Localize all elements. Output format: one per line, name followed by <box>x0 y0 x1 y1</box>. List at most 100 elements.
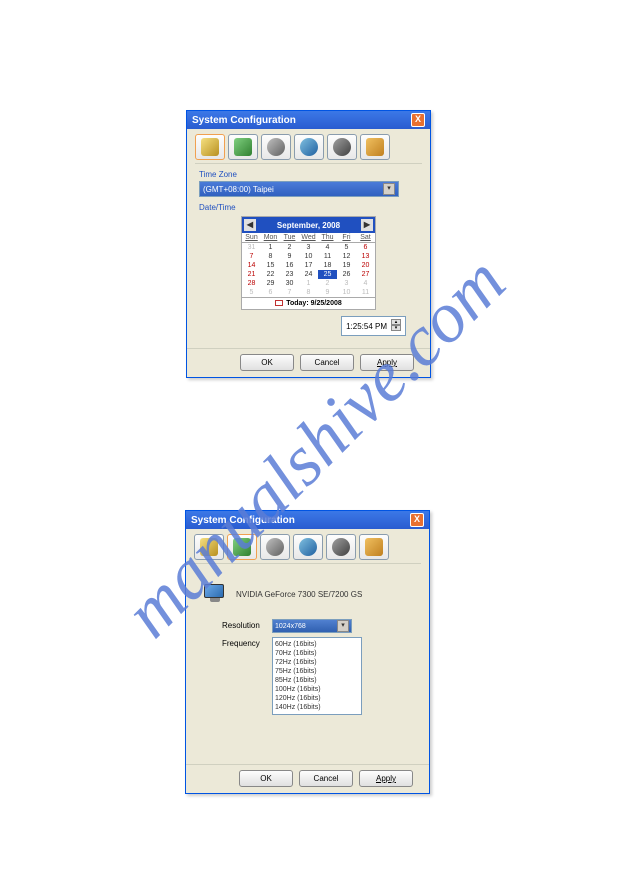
tab-3[interactable] <box>260 534 290 560</box>
calendar-day[interactable]: 28 <box>242 279 261 288</box>
frequency-option[interactable]: 100Hz (16bits) <box>275 685 359 694</box>
frequency-option[interactable]: 120Hz (16bits) <box>275 694 359 703</box>
package-icon <box>365 538 383 556</box>
tab-2[interactable] <box>228 134 258 160</box>
calendar-day[interactable]: 8 <box>299 288 318 297</box>
apply-button[interactable]: Apply <box>359 770 413 787</box>
calendar-day[interactable]: 1 <box>299 279 318 288</box>
audio-icon <box>333 138 351 156</box>
ok-button[interactable]: OK <box>239 770 293 787</box>
prev-month-button[interactable]: ◀ <box>244 219 256 231</box>
calendar-dayheader: Sat <box>356 233 375 243</box>
calendar-day[interactable]: 16 <box>280 261 299 270</box>
calendar-day[interactable]: 24 <box>299 270 318 279</box>
calendar-day[interactable]: 9 <box>318 288 337 297</box>
calendar-day[interactable]: 27 <box>356 270 375 279</box>
monitor-icon <box>204 584 226 604</box>
resolution-dropdown[interactable]: 1024x768 ▾ <box>272 619 352 633</box>
calendar-day[interactable]: 12 <box>337 252 356 261</box>
calendar-day[interactable]: 8 <box>261 252 280 261</box>
tab-3[interactable] <box>261 134 291 160</box>
titlebar[interactable]: System Configuration X <box>186 511 429 529</box>
calendar-day[interactable]: 20 <box>356 261 375 270</box>
calendar-day[interactable]: 11 <box>356 288 375 297</box>
frequency-option[interactable]: 60Hz (16bits) <box>275 640 359 649</box>
calendar-day[interactable]: 31 <box>242 243 261 252</box>
clock-icon <box>201 138 219 156</box>
calendar-grid[interactable]: SunMonTueWedThuFriSat3112345678910111213… <box>242 233 375 297</box>
today-marker-icon <box>275 300 283 306</box>
calendar-day[interactable]: 9 <box>280 252 299 261</box>
button-row: OK Cancel Apply <box>186 764 429 787</box>
tab-4[interactable] <box>293 534 323 560</box>
calendar-day[interactable]: 10 <box>299 252 318 261</box>
calendar-day[interactable]: 1 <box>261 243 280 252</box>
clock-icon <box>200 538 218 556</box>
frequency-option[interactable]: 140Hz (16bits) <box>275 703 359 712</box>
calendar-dayheader: Sun <box>242 233 261 243</box>
calendar-day[interactable]: 3 <box>299 243 318 252</box>
cancel-button[interactable]: Cancel <box>299 770 353 787</box>
calendar-day[interactable]: 10 <box>337 288 356 297</box>
calendar-day[interactable]: 15 <box>261 261 280 270</box>
display-panel: NVIDIA GeForce 7300 SE/7200 GS Resolutio… <box>186 564 429 729</box>
datetime-label: Date/Time <box>199 203 418 212</box>
calendar-day[interactable]: 2 <box>280 243 299 252</box>
calendar-day[interactable]: 18 <box>318 261 337 270</box>
apply-button[interactable]: Apply <box>360 354 414 371</box>
title-text: System Configuration <box>191 515 295 526</box>
tab-4[interactable] <box>294 134 324 160</box>
calendar-day[interactable]: 25 <box>318 270 337 279</box>
calendar-day[interactable]: 3 <box>337 279 356 288</box>
calendar-day[interactable]: 30 <box>280 279 299 288</box>
tab-1[interactable] <box>195 134 225 160</box>
datetime-group: Date/Time ◀ September, 2008 ▶ SunMonTueW… <box>187 203 430 342</box>
close-icon[interactable]: X <box>410 513 424 527</box>
button-row: OK Cancel Apply <box>187 348 430 371</box>
titlebar[interactable]: System Configuration X <box>187 111 430 129</box>
spinner-icon[interactable]: ▴▾ <box>391 319 401 333</box>
calendar-day[interactable]: 23 <box>280 270 299 279</box>
calendar-footer[interactable]: Today: 9/25/2008 <box>242 297 375 309</box>
frequency-row: Frequency 60Hz (16bits)70Hz (16bits)72Hz… <box>196 637 419 715</box>
next-month-button[interactable]: ▶ <box>361 219 373 231</box>
tab-5[interactable] <box>326 534 356 560</box>
calendar-day[interactable]: 21 <box>242 270 261 279</box>
calendar-day[interactable]: 5 <box>242 288 261 297</box>
calendar-day[interactable]: 4 <box>318 243 337 252</box>
calendar-day[interactable]: 11 <box>318 252 337 261</box>
tab-5[interactable] <box>327 134 357 160</box>
calendar-day[interactable]: 22 <box>261 270 280 279</box>
calendar-day[interactable]: 29 <box>261 279 280 288</box>
calendar-header: ◀ September, 2008 ▶ <box>242 217 375 233</box>
tab-6[interactable] <box>360 134 390 160</box>
calendar-day[interactable]: 7 <box>242 252 261 261</box>
calendar-day[interactable]: 5 <box>337 243 356 252</box>
cancel-button[interactable]: Cancel <box>300 354 354 371</box>
frequency-label: Frequency <box>222 637 272 648</box>
calendar-day[interactable]: 6 <box>261 288 280 297</box>
calendar-day[interactable]: 17 <box>299 261 318 270</box>
calendar-day[interactable]: 14 <box>242 261 261 270</box>
calendar-day[interactable]: 13 <box>356 252 375 261</box>
timezone-dropdown[interactable]: (GMT+08:00) Taipei ▾ <box>199 181 399 197</box>
calendar-day[interactable]: 7 <box>280 288 299 297</box>
calendar-day[interactable]: 6 <box>356 243 375 252</box>
frequency-option[interactable]: 72Hz (16bits) <box>275 658 359 667</box>
frequency-option[interactable]: 75Hz (16bits) <box>275 667 359 676</box>
calendar-day[interactable]: 19 <box>337 261 356 270</box>
calendar-dayheader: Fri <box>337 233 356 243</box>
calendar-day[interactable]: 26 <box>337 270 356 279</box>
tab-1[interactable] <box>194 534 224 560</box>
frequency-option[interactable]: 85Hz (16bits) <box>275 676 359 685</box>
frequency-option[interactable]: 70Hz (16bits) <box>275 649 359 658</box>
calendar-day[interactable]: 2 <box>318 279 337 288</box>
ok-button[interactable]: OK <box>240 354 294 371</box>
frequency-listbox[interactable]: 60Hz (16bits)70Hz (16bits)72Hz (16bits)7… <box>272 637 362 715</box>
close-icon[interactable]: X <box>411 113 425 127</box>
time-spinner[interactable]: 1:25:54 PM ▴▾ <box>341 316 406 336</box>
calendar-day[interactable]: 4 <box>356 279 375 288</box>
tab-2[interactable] <box>227 534 257 560</box>
tab-6[interactable] <box>359 534 389 560</box>
calendar[interactable]: ◀ September, 2008 ▶ SunMonTueWedThuFriSa… <box>241 216 376 310</box>
